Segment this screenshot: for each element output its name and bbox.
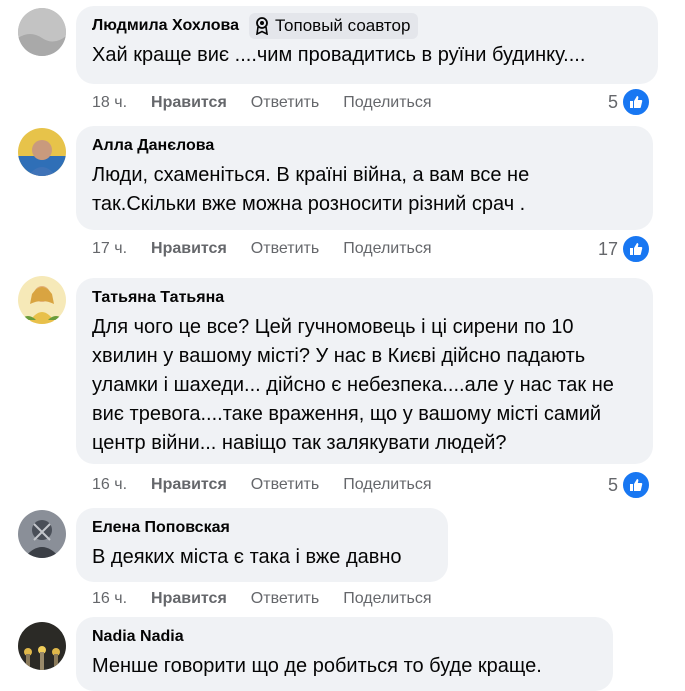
- thumbs-up-icon: [621, 87, 651, 117]
- badge-label: Топовый соавтор: [275, 16, 411, 35]
- comment-text: Для чого це все? Цей гучномовець і ці си…: [92, 316, 614, 454]
- comment-text: В деяких міста є така і вже давно: [92, 546, 402, 568]
- top-contributor-badge: Топовый соавтор: [249, 13, 419, 39]
- comment-text: Хай краще виє ....чим провадитись в руїн…: [92, 44, 586, 66]
- comment-bubble: Елена Поповская В деяких міста є така і …: [76, 508, 448, 582]
- reaction-number: 5: [607, 91, 618, 112]
- share-button[interactable]: Поделиться: [343, 476, 431, 494]
- like-button[interactable]: Нравится: [151, 476, 227, 494]
- like-button[interactable]: Нравится: [151, 590, 227, 608]
- contributor-badge-icon: [256, 17, 268, 35]
- reply-button[interactable]: Ответить: [251, 476, 319, 494]
- thumbs-up-icon: [621, 470, 651, 500]
- reaction-count[interactable]: 17: [597, 234, 651, 264]
- timestamp[interactable]: 17 ч.: [92, 240, 127, 258]
- like-button[interactable]: Нравится: [151, 94, 227, 112]
- avatar[interactable]: [18, 276, 66, 324]
- avatar[interactable]: [18, 622, 66, 670]
- comment-bubble: Алла Данєлова Люди, схаменіться. В країн…: [76, 126, 653, 230]
- comment-text: Менше говорити що де робиться то буде кр…: [92, 655, 542, 677]
- reaction-count[interactable]: 5: [607, 470, 651, 500]
- comment-bubble: Людмила Хохлова Топовый соавтор Хай кращ…: [76, 6, 658, 84]
- share-button[interactable]: Поделиться: [343, 94, 431, 112]
- comment-bubble: Nadia Nadia Менше говорити що де робитьс…: [76, 617, 613, 691]
- reply-button[interactable]: Ответить: [251, 590, 319, 608]
- avatar[interactable]: [18, 510, 66, 558]
- author-name[interactable]: Елена Поповская: [92, 519, 230, 537]
- author-name[interactable]: Татьяна Татьяна: [92, 289, 224, 307]
- thumbs-up-icon: [621, 234, 651, 264]
- timestamp[interactable]: 16 ч.: [92, 590, 127, 608]
- share-button[interactable]: Поделиться: [343, 590, 431, 608]
- reaction-number: 17: [597, 238, 618, 259]
- like-button[interactable]: Нравится: [151, 240, 227, 258]
- avatar[interactable]: [18, 128, 66, 176]
- reaction-count[interactable]: 5: [607, 87, 651, 117]
- comment-bubble: Татьяна Татьяна Для чого це все? Цей гуч…: [76, 278, 653, 464]
- comment-text: Люди, схаменіться. В країні війна, а вам…: [92, 164, 530, 215]
- reply-button[interactable]: Ответить: [251, 94, 319, 112]
- author-name[interactable]: Nadia Nadia: [92, 628, 184, 646]
- timestamp[interactable]: 16 ч.: [92, 476, 127, 494]
- reaction-number: 5: [607, 474, 618, 495]
- author-name[interactable]: Алла Данєлова: [92, 137, 214, 155]
- author-name[interactable]: Людмила Хохлова: [92, 17, 239, 35]
- reply-button[interactable]: Ответить: [251, 240, 319, 258]
- share-button[interactable]: Поделиться: [343, 240, 431, 258]
- timestamp[interactable]: 18 ч.: [92, 94, 127, 112]
- avatar[interactable]: [18, 8, 66, 56]
